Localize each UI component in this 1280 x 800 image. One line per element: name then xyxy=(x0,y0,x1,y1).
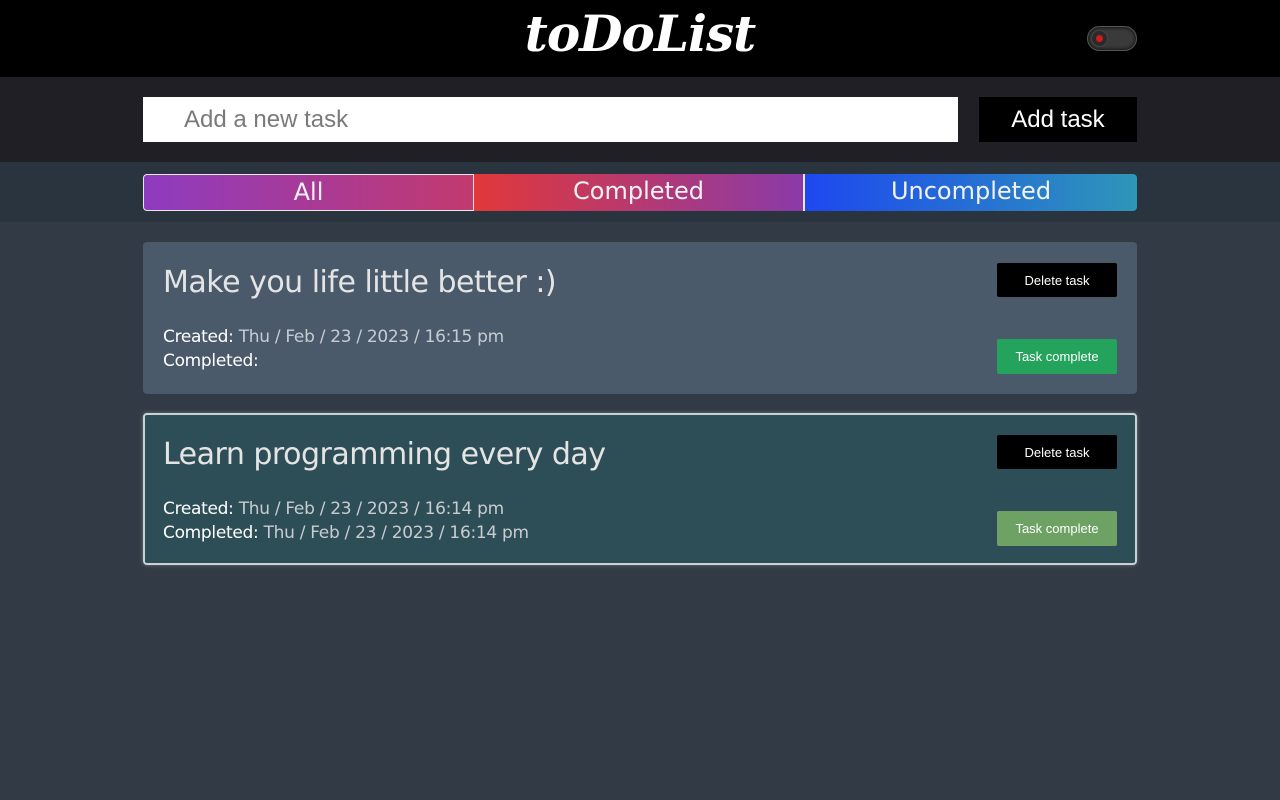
task-card: Make you life little better :) Created: … xyxy=(143,242,1137,394)
task-complete-button[interactable]: Task complete xyxy=(997,511,1117,546)
toggle-knob-icon xyxy=(1091,30,1108,47)
filter-bar: All Completed Uncompleted xyxy=(0,162,1280,222)
completed-value: Thu / Feb / 23 / 2023 / 16:14 pm xyxy=(263,523,530,543)
task-complete-button[interactable]: Task complete xyxy=(997,339,1117,374)
task-completed: Completed: Thu / Feb / 23 / 2023 / 16:14… xyxy=(163,523,529,543)
delete-task-button[interactable]: Delete task xyxy=(997,263,1117,297)
completed-label: Completed: xyxy=(163,351,259,371)
task-title: Make you life little better :) xyxy=(163,265,557,300)
add-task-button[interactable]: Add task xyxy=(979,97,1137,142)
created-value: Thu / Feb / 23 / 2023 / 16:14 pm xyxy=(238,499,505,519)
task-created: Created: Thu / Feb / 23 / 2023 / 16:14 p… xyxy=(163,499,504,519)
task-created: Created: Thu / Feb / 23 / 2023 / 16:15 p… xyxy=(163,327,504,347)
completed-label: Completed: xyxy=(163,523,259,543)
add-task-bar: Add task xyxy=(0,77,1280,162)
created-label: Created: xyxy=(163,327,234,347)
task-completed: Completed: xyxy=(163,351,259,371)
filter-completed[interactable]: Completed xyxy=(474,174,805,211)
theme-toggle[interactable] xyxy=(1087,26,1137,51)
filter-uncompleted[interactable]: Uncompleted xyxy=(805,174,1137,211)
task-card: Learn programming every day Created: Thu… xyxy=(143,413,1137,565)
top-bar: toDoList xyxy=(0,0,1280,77)
task-title: Learn programming every day xyxy=(163,437,606,472)
created-label: Created: xyxy=(163,499,234,519)
delete-task-button[interactable]: Delete task xyxy=(997,435,1117,469)
created-value: Thu / Feb / 23 / 2023 / 16:15 pm xyxy=(238,327,505,347)
filter-all[interactable]: All xyxy=(143,174,474,211)
new-task-input[interactable] xyxy=(143,97,958,142)
